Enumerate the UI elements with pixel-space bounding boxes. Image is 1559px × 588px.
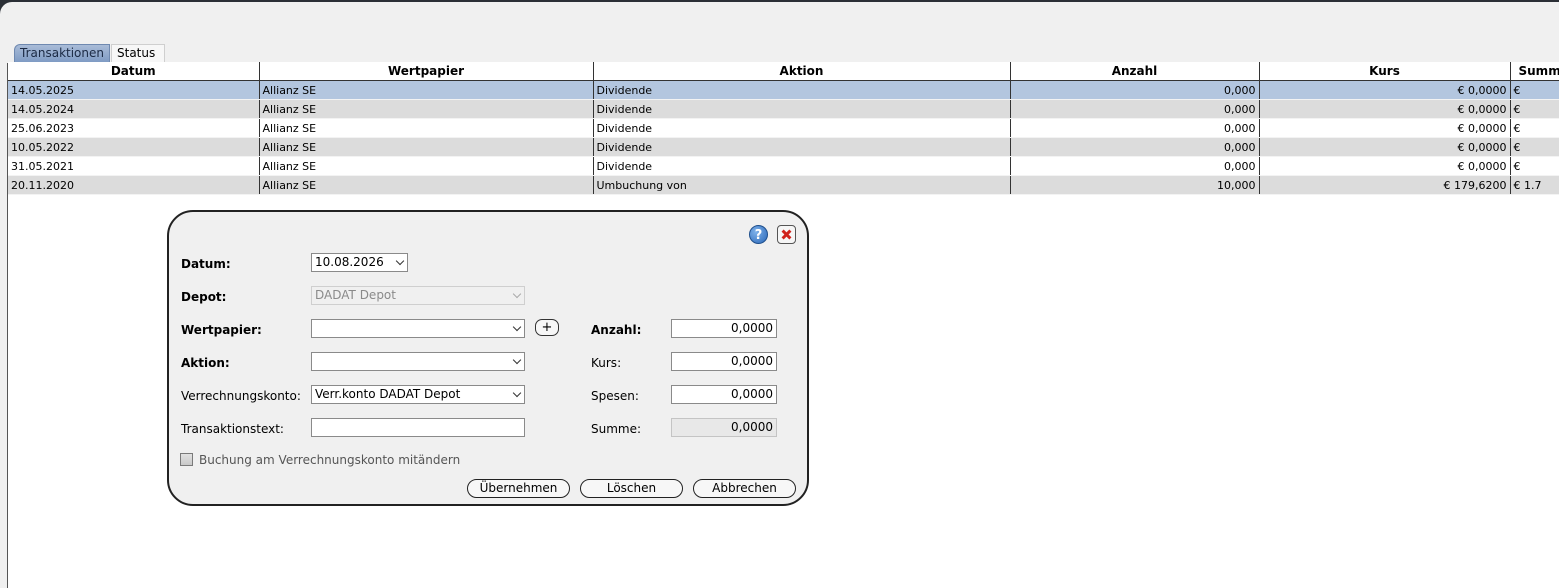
cell-datum: 25.06.2023 xyxy=(8,118,260,138)
anzahl-input[interactable]: 0,0000 xyxy=(671,319,777,338)
cell-wertpapier: Allianz SE xyxy=(259,137,594,157)
cell-aktion: Dividende xyxy=(593,99,1011,119)
cell-anzahl: 0,000 xyxy=(1010,137,1260,157)
datum-dropdown[interactable]: 10.08.2026 xyxy=(311,253,408,272)
cell-datum: 20.11.2020 xyxy=(8,175,260,195)
cell-wertpapier: Allianz SE xyxy=(259,118,594,138)
anzahl-label: Anzahl: xyxy=(591,323,642,337)
cell-datum: 14.05.2025 xyxy=(8,80,260,100)
cell-kurs: € 0,0000 xyxy=(1259,137,1511,157)
column-header-wertpapier[interactable]: Wertpapier xyxy=(259,62,594,81)
cell-kurs: € 0,0000 xyxy=(1259,156,1511,176)
summe-field: 0,0000 xyxy=(671,418,777,437)
uebernehmen-button[interactable]: Übernehmen xyxy=(467,479,570,498)
chevron-down-icon xyxy=(512,388,522,398)
cell-aktion: Dividende xyxy=(593,137,1011,157)
aktion-dropdown[interactable] xyxy=(311,352,525,371)
cell-summe: € xyxy=(1510,80,1559,100)
cell-anzahl: 0,000 xyxy=(1010,80,1260,100)
cell-anzahl: 0,000 xyxy=(1010,118,1260,138)
cell-wertpapier: Allianz SE xyxy=(259,99,594,119)
loeschen-button[interactable]: Löschen xyxy=(580,479,683,498)
table-row[interactable]: 10.05.2022 Allianz SE Dividende 0,000 € … xyxy=(8,137,1559,157)
add-wertpapier-button[interactable]: + xyxy=(535,319,559,336)
transaktionstext-input[interactable] xyxy=(311,418,525,437)
cell-datum: 31.05.2021 xyxy=(8,156,260,176)
column-header-anzahl[interactable]: Anzahl xyxy=(1010,62,1260,81)
cell-wertpapier: Allianz SE xyxy=(259,80,594,100)
chevron-down-icon xyxy=(512,322,522,332)
cell-summe: € xyxy=(1510,118,1559,138)
spesen-input[interactable]: 0,0000 xyxy=(671,385,777,404)
kurs-label: Kurs: xyxy=(591,356,622,370)
buchung-mitaendern-label[interactable]: Buchung am Verrechnungskonto mitändern xyxy=(199,453,460,467)
cell-kurs: € 0,0000 xyxy=(1259,80,1511,100)
verrechnungskonto-label: Verrechnungskonto: xyxy=(181,389,301,403)
summe-label: Summe: xyxy=(591,422,642,436)
table-row[interactable]: 25.06.2023 Allianz SE Dividende 0,000 € … xyxy=(8,118,1559,138)
table-row[interactable]: 14.05.2024 Allianz SE Dividende 0,000 € … xyxy=(8,99,1559,119)
abbrechen-button[interactable]: Abbrechen xyxy=(693,479,796,498)
column-header-summe[interactable]: Summ xyxy=(1510,62,1559,81)
buchung-mitaendern-checkbox[interactable] xyxy=(180,453,193,466)
cell-kurs: € 179,6200 xyxy=(1259,175,1511,195)
transaktionstext-label: Transaktionstext: xyxy=(181,422,284,436)
chevron-down-icon xyxy=(512,289,522,299)
cell-aktion: Umbuchung von xyxy=(593,175,1011,195)
table-row[interactable]: 20.11.2020 Allianz SE Umbuchung von 10,0… xyxy=(8,175,1559,195)
help-icon[interactable]: ? xyxy=(749,225,768,244)
cell-anzahl: 0,000 xyxy=(1010,156,1260,176)
cell-anzahl: 0,000 xyxy=(1010,99,1260,119)
table-header-row: Datum Wertpapier Aktion Anzahl Kurs Summ xyxy=(8,62,1559,81)
chevron-down-icon xyxy=(395,256,405,266)
wertpapier-dropdown[interactable] xyxy=(311,319,525,338)
cell-aktion: Dividende xyxy=(593,80,1011,100)
cell-summe: € xyxy=(1510,99,1559,119)
wertpapier-label: Wertpapier: xyxy=(181,323,262,337)
verrechnungskonto-value: Verr.konto DADAT Depot xyxy=(315,387,461,401)
cell-wertpapier: Allianz SE xyxy=(259,156,594,176)
depot-value: DADAT Depot xyxy=(315,288,396,302)
datum-label: Datum: xyxy=(181,257,231,271)
column-header-datum[interactable]: Datum xyxy=(8,62,260,81)
tab-transaktionen[interactable]: Transaktionen xyxy=(14,44,110,62)
close-icon[interactable] xyxy=(777,225,796,244)
column-header-aktion[interactable]: Aktion xyxy=(593,62,1011,81)
spesen-label: Spesen: xyxy=(591,389,639,403)
depot-label: Depot: xyxy=(181,290,227,304)
chevron-down-icon xyxy=(512,355,522,365)
cell-aktion: Dividende xyxy=(593,118,1011,138)
cell-datum: 10.05.2022 xyxy=(8,137,260,157)
cell-anzahl: 10,000 xyxy=(1010,175,1260,195)
cell-kurs: € 0,0000 xyxy=(1259,99,1511,119)
cell-summe: € 1.7 xyxy=(1510,175,1559,195)
depot-dropdown: DADAT Depot xyxy=(311,286,525,305)
datum-value: 10.08.2026 xyxy=(315,255,384,269)
transaction-dialog: ? Datum: 10.08.2026 Depot: DADAT Depot W… xyxy=(167,210,809,506)
aktion-label: Aktion: xyxy=(181,356,230,370)
cell-summe: € xyxy=(1510,156,1559,176)
cell-datum: 14.05.2024 xyxy=(8,99,260,119)
verrechnungskonto-dropdown[interactable]: Verr.konto DADAT Depot xyxy=(311,385,525,404)
cell-aktion: Dividende xyxy=(593,156,1011,176)
cell-wertpapier: Allianz SE xyxy=(259,175,594,195)
cell-summe: € xyxy=(1510,137,1559,157)
cell-kurs: € 0,0000 xyxy=(1259,118,1511,138)
kurs-input[interactable]: 0,0000 xyxy=(671,352,777,371)
column-header-kurs[interactable]: Kurs xyxy=(1259,62,1511,81)
table-row[interactable]: 14.05.2025 Allianz SE Dividende 0,000 € … xyxy=(8,80,1559,100)
tab-status[interactable]: Status xyxy=(111,44,165,62)
table-row[interactable]: 31.05.2021 Allianz SE Dividende 0,000 € … xyxy=(8,156,1559,176)
transactions-table: Datum Wertpapier Aktion Anzahl Kurs Summ… xyxy=(8,62,1559,195)
